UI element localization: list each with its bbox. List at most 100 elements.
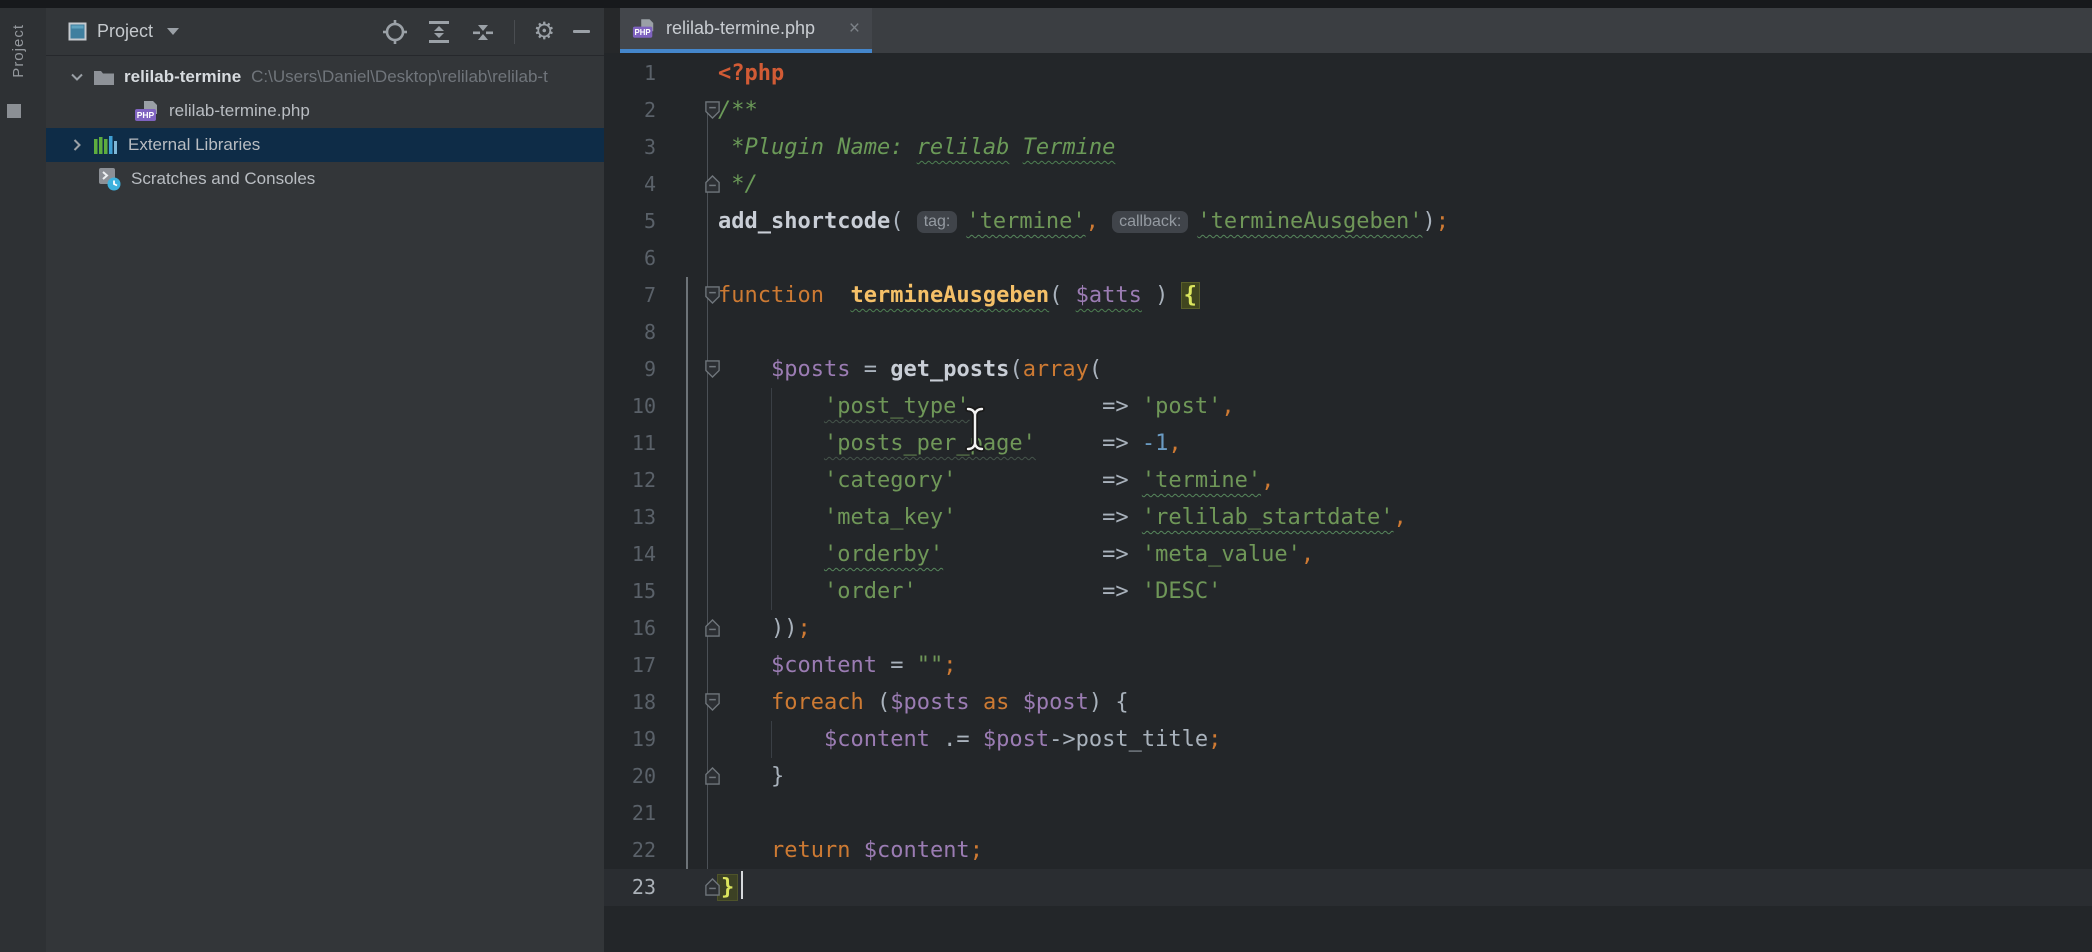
code-editor[interactable]: 1<?php2/**3 *Plugin Name: relilab Termin… — [604, 53, 2092, 952]
fold-marker-icon[interactable] — [666, 92, 718, 129]
code-line[interactable]: 17 $content = ""; — [604, 647, 2092, 684]
line-number[interactable]: 7 — [604, 277, 666, 314]
code-line[interactable]: 12 'category' => 'termine', — [604, 462, 2092, 499]
fold-gutter — [666, 795, 718, 832]
code-line[interactable]: 11 'posts_per_page' => -1, — [604, 425, 2092, 462]
code-line[interactable]: 18 foreach ($posts as $post) { — [604, 684, 2092, 721]
fold-marker-icon[interactable] — [666, 166, 718, 203]
code-line[interactable]: 19 $content .= $post->post_title; — [604, 721, 2092, 758]
code-line[interactable]: 13 'meta_key' => 'relilab_startdate', — [604, 499, 2092, 536]
line-number[interactable]: 21 — [604, 795, 666, 832]
gear-icon[interactable]: ⚙ — [533, 20, 555, 44]
tree-row-project-root[interactable]: relilab-termine C:\Users\Daniel\Desktop\… — [46, 60, 604, 94]
code-text: /** — [718, 92, 2092, 129]
chevron-collapsed-icon[interactable] — [68, 138, 86, 152]
fold-marker-icon[interactable] — [666, 610, 718, 647]
code-token: ) { — [1089, 690, 1129, 715]
line-number[interactable]: 19 — [604, 721, 666, 758]
code-line[interactable]: 21 — [604, 795, 2092, 832]
project-panel-title[interactable]: Project — [97, 21, 153, 42]
close-icon[interactable]: × — [849, 19, 860, 38]
code-line[interactable]: 5add_shortcode( tag:'termine', callback:… — [604, 203, 2092, 240]
code-line[interactable]: 10 'post_type' => 'post', — [604, 388, 2092, 425]
fold-marker-icon[interactable] — [666, 758, 718, 795]
tool-window-square-icon[interactable] — [7, 104, 21, 118]
line-number[interactable]: 11 — [604, 425, 666, 462]
code-line[interactable]: 15 'order' => 'DESC' — [604, 573, 2092, 610]
code-line[interactable]: 4 */ — [604, 166, 2092, 203]
line-number[interactable]: 8 — [604, 314, 666, 351]
code-text: 'meta_key' => 'relilab_startdate', — [718, 499, 2092, 536]
fold-marker-icon[interactable] — [666, 869, 718, 906]
line-number[interactable]: 17 — [604, 647, 666, 684]
tab-relilab-termine[interactable]: PHP relilab-termine.php × — [620, 8, 872, 53]
fold-gutter — [666, 536, 718, 573]
line-number[interactable]: 16 — [604, 610, 666, 647]
line-number[interactable]: 2 — [604, 92, 666, 129]
code-line[interactable]: 20 } — [604, 758, 2092, 795]
fold-marker-icon[interactable] — [666, 351, 718, 388]
code-text: *Plugin Name: relilab Termine — [718, 129, 2092, 166]
line-number[interactable]: 6 — [604, 240, 666, 277]
code-token: = — [850, 357, 890, 382]
tab-label[interactable]: relilab-termine.php — [666, 18, 815, 39]
line-number[interactable]: 9 — [604, 351, 666, 388]
code-line[interactable]: 7function termineAusgeben( $atts ) { — [604, 277, 2092, 314]
code-token: <?php — [718, 61, 784, 86]
code-token: .= — [930, 727, 983, 752]
collapse-all-icon[interactable] — [470, 19, 496, 45]
code-line[interactable]: 2 /** — [604, 92, 2092, 129]
line-number[interactable]: 3 — [604, 129, 666, 166]
code-line[interactable]: 14 'orderby' => 'meta_value', — [604, 536, 2092, 573]
line-number[interactable]: 23 — [604, 869, 666, 906]
hide-panel-icon[interactable] — [573, 30, 590, 33]
line-number[interactable]: 18 — [604, 684, 666, 721]
tree-row-external-libraries[interactable]: External Libraries — [46, 128, 604, 162]
editor-tab-bar: PHP relilab-termine.php × — [604, 8, 2092, 53]
fold-gutter — [666, 573, 718, 610]
line-number[interactable]: 20 — [604, 758, 666, 795]
code-token: => — [956, 505, 1141, 530]
code-token: relilab — [917, 135, 1010, 160]
code-token: )) — [718, 616, 797, 641]
tree-row-php-file[interactable]: PHP relilab-termine.php — [46, 94, 604, 128]
svg-text:PHP: PHP — [635, 28, 651, 37]
line-number[interactable]: 14 — [604, 536, 666, 573]
code-line[interactable]: 8 — [604, 314, 2092, 351]
code-area[interactable]: 1<?php2/**3 *Plugin Name: relilab Termin… — [604, 53, 2092, 906]
code-line[interactable]: 23} — [604, 869, 2092, 906]
code-token: => — [943, 542, 1142, 567]
stripe-project-label[interactable]: Project — [10, 24, 27, 78]
fold-marker-icon[interactable] — [666, 684, 718, 721]
line-number[interactable]: 15 — [604, 573, 666, 610]
code-line[interactable]: 6 — [604, 240, 2092, 277]
line-number[interactable]: 5 — [604, 203, 666, 240]
code-token: ( — [1009, 357, 1022, 382]
chevron-expanded-icon[interactable] — [68, 70, 86, 84]
tree-item-label[interactable]: relilab-termine — [124, 67, 241, 87]
expand-all-icon[interactable] — [426, 19, 452, 45]
line-number[interactable]: 22 — [604, 832, 666, 869]
code-token: 'orderby' — [824, 542, 943, 567]
line-number[interactable]: 1 — [604, 55, 666, 92]
tree-item-label[interactable]: External Libraries — [128, 135, 260, 155]
code-line[interactable]: 22 return $content; — [604, 832, 2092, 869]
code-token: get_posts — [890, 357, 1009, 382]
chevron-down-icon[interactable] — [167, 28, 179, 35]
line-number[interactable]: 10 — [604, 388, 666, 425]
code-line[interactable]: 9 $posts = get_posts(array( — [604, 351, 2092, 388]
locate-icon[interactable] — [382, 19, 408, 45]
line-number[interactable]: 4 — [604, 166, 666, 203]
fold-marker-icon[interactable] — [666, 277, 718, 314]
line-number[interactable]: 13 — [604, 499, 666, 536]
code-line[interactable]: 16 )); — [604, 610, 2092, 647]
tree-item-label[interactable]: relilab-termine.php — [169, 101, 310, 121]
code-text: */ — [718, 166, 2092, 203]
code-token — [718, 690, 771, 715]
fold-gutter — [666, 388, 718, 425]
tree-row-scratches[interactable]: Scratches and Consoles — [46, 162, 604, 196]
line-number[interactable]: 12 — [604, 462, 666, 499]
tree-item-label[interactable]: Scratches and Consoles — [131, 169, 315, 189]
code-line[interactable]: 1 <?php — [604, 55, 2092, 92]
code-line[interactable]: 3 *Plugin Name: relilab Termine — [604, 129, 2092, 166]
